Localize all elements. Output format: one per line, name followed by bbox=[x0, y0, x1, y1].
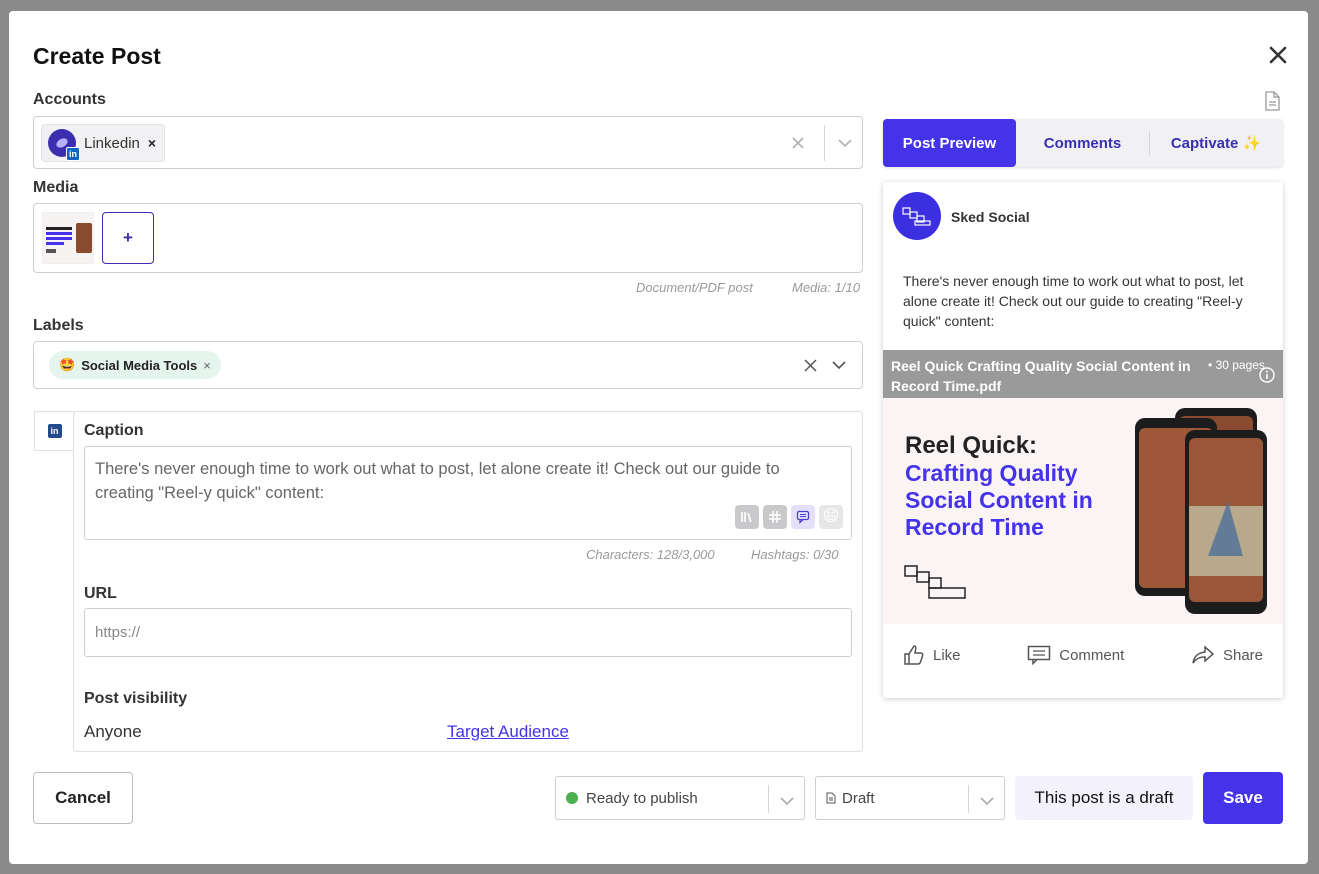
post-preview-card: Sked Social There's never enough time to… bbox=[883, 182, 1283, 698]
add-media-button[interactable]: + bbox=[102, 212, 154, 264]
labels-select[interactable]: 🤩 Social Media Tools × bbox=[33, 341, 863, 389]
avatar bbox=[893, 192, 941, 240]
modal-title: Create Post bbox=[33, 43, 161, 69]
avatar: in bbox=[48, 129, 80, 161]
account-chip: in Linkedin × bbox=[41, 124, 166, 162]
create-post-modal: Create Post Accounts in Linkedin × Media bbox=[9, 11, 1308, 864]
chevron-down-icon bbox=[980, 793, 994, 810]
status-dot bbox=[566, 792, 578, 804]
hashtag-count: Hashtags: 0/30 bbox=[751, 547, 839, 562]
comment-icon bbox=[1027, 645, 1051, 665]
media-count: Media: 1/10 bbox=[792, 280, 860, 295]
caption-tools: 😄 bbox=[735, 505, 843, 529]
account-chip-label: Linkedin bbox=[84, 134, 140, 152]
comment-label: Comment bbox=[1059, 646, 1125, 664]
label-chip: 🤩 Social Media Tools × bbox=[49, 351, 221, 379]
remove-label-icon[interactable]: × bbox=[203, 358, 211, 373]
share-icon bbox=[1192, 645, 1215, 664]
draft-notice: This post is a draft bbox=[1015, 776, 1193, 820]
target-audience-link[interactable]: Target Audience bbox=[447, 722, 569, 742]
pdf-heading: Reel Quick: bbox=[905, 432, 1038, 459]
divider bbox=[768, 785, 769, 813]
document-icon[interactable] bbox=[1264, 91, 1280, 116]
visibility-label: Post visibility bbox=[84, 690, 188, 707]
tab-comments[interactable]: Comments bbox=[1016, 119, 1149, 167]
linkedin-icon: in bbox=[47, 424, 62, 438]
preview-tabs: Post Preview Comments Captivate ✨ bbox=[883, 119, 1283, 167]
remove-account-icon[interactable]: × bbox=[148, 135, 156, 151]
clear-icon[interactable] bbox=[792, 117, 804, 168]
accounts-label: Accounts bbox=[33, 91, 106, 108]
chevron-down-icon[interactable] bbox=[832, 342, 846, 388]
phone-mockup-image bbox=[1135, 408, 1267, 614]
url-placeholder: https:// bbox=[95, 624, 141, 641]
visibility-value: Anyone bbox=[84, 722, 142, 741]
url-input[interactable]: https:// bbox=[84, 608, 852, 657]
pdf-pages: • 30 pages bbox=[1208, 358, 1265, 372]
label-chip-name: Social Media Tools bbox=[81, 357, 198, 373]
cancel-button[interactable]: Cancel bbox=[33, 772, 133, 824]
document-icon bbox=[826, 792, 836, 804]
like-icon bbox=[904, 645, 924, 665]
share-button[interactable]: Share bbox=[1191, 644, 1263, 666]
tab-captivate[interactable]: Captivate ✨ bbox=[1149, 119, 1283, 167]
status-select[interactable]: Ready to publish bbox=[555, 776, 805, 820]
library-icon[interactable] bbox=[735, 505, 759, 529]
pdf-header: Reel Quick Crafting Quality Social Conte… bbox=[883, 350, 1283, 398]
draft-value: Draft bbox=[842, 789, 875, 807]
media-type: Document/PDF post bbox=[636, 280, 753, 295]
preview-account-name: Sked Social bbox=[951, 209, 1030, 225]
labels-label: Labels bbox=[33, 317, 84, 334]
pdf-first-page: Reel Quick: Crafting Quality Social Cont… bbox=[883, 398, 1283, 624]
media-label: Media bbox=[33, 179, 79, 196]
chevron-down-icon[interactable] bbox=[838, 117, 852, 168]
caption-textarea[interactable]: There's never enough time to work out wh… bbox=[84, 446, 852, 540]
save-button[interactable]: Save bbox=[1203, 772, 1283, 824]
emoji-icon[interactable]: 😄 bbox=[819, 505, 843, 529]
character-count: Characters: 128/3,000 bbox=[586, 547, 715, 562]
hashtag-icon[interactable] bbox=[763, 505, 787, 529]
url-label: URL bbox=[84, 585, 117, 602]
caption-text: There's never enough time to work out wh… bbox=[95, 460, 780, 502]
comment-button[interactable]: Comment bbox=[1027, 644, 1124, 666]
chevron-down-icon bbox=[780, 793, 794, 810]
status-value: Ready to publish bbox=[586, 789, 698, 807]
share-label: Share bbox=[1222, 646, 1263, 664]
caption-label: Caption bbox=[84, 422, 144, 439]
comment-icon[interactable] bbox=[791, 505, 815, 529]
preview-actions: Like Comment Share bbox=[883, 644, 1283, 666]
linkedin-icon: in bbox=[66, 147, 80, 161]
divider bbox=[1149, 131, 1150, 155]
media-thumbnail[interactable] bbox=[42, 212, 94, 264]
sked-logo-icon bbox=[904, 565, 966, 599]
pdf-title: Reel Quick Crafting Quality Social Conte… bbox=[891, 358, 1191, 394]
accounts-select[interactable]: in Linkedin × bbox=[33, 116, 863, 169]
tab-post-preview[interactable]: Post Preview bbox=[883, 119, 1016, 167]
tab-linkedin[interactable]: in bbox=[34, 411, 74, 451]
divider bbox=[824, 125, 825, 161]
caption-panel: Caption There's never enough time to wor… bbox=[73, 411, 863, 752]
draft-select[interactable]: Draft bbox=[815, 776, 1005, 820]
info-icon[interactable] bbox=[1259, 367, 1275, 388]
media-field: + bbox=[33, 203, 863, 273]
label-emoji: 🤩 bbox=[59, 357, 76, 372]
divider bbox=[968, 785, 969, 813]
pdf-subheading: Crafting Quality Social Content in Recor… bbox=[905, 460, 1093, 540]
preview-text: There's never enough time to work out wh… bbox=[903, 273, 1244, 329]
clear-icon[interactable] bbox=[804, 342, 817, 388]
like-button[interactable]: Like bbox=[903, 644, 961, 666]
like-label: Like bbox=[933, 646, 961, 664]
close-icon[interactable] bbox=[1264, 41, 1292, 69]
